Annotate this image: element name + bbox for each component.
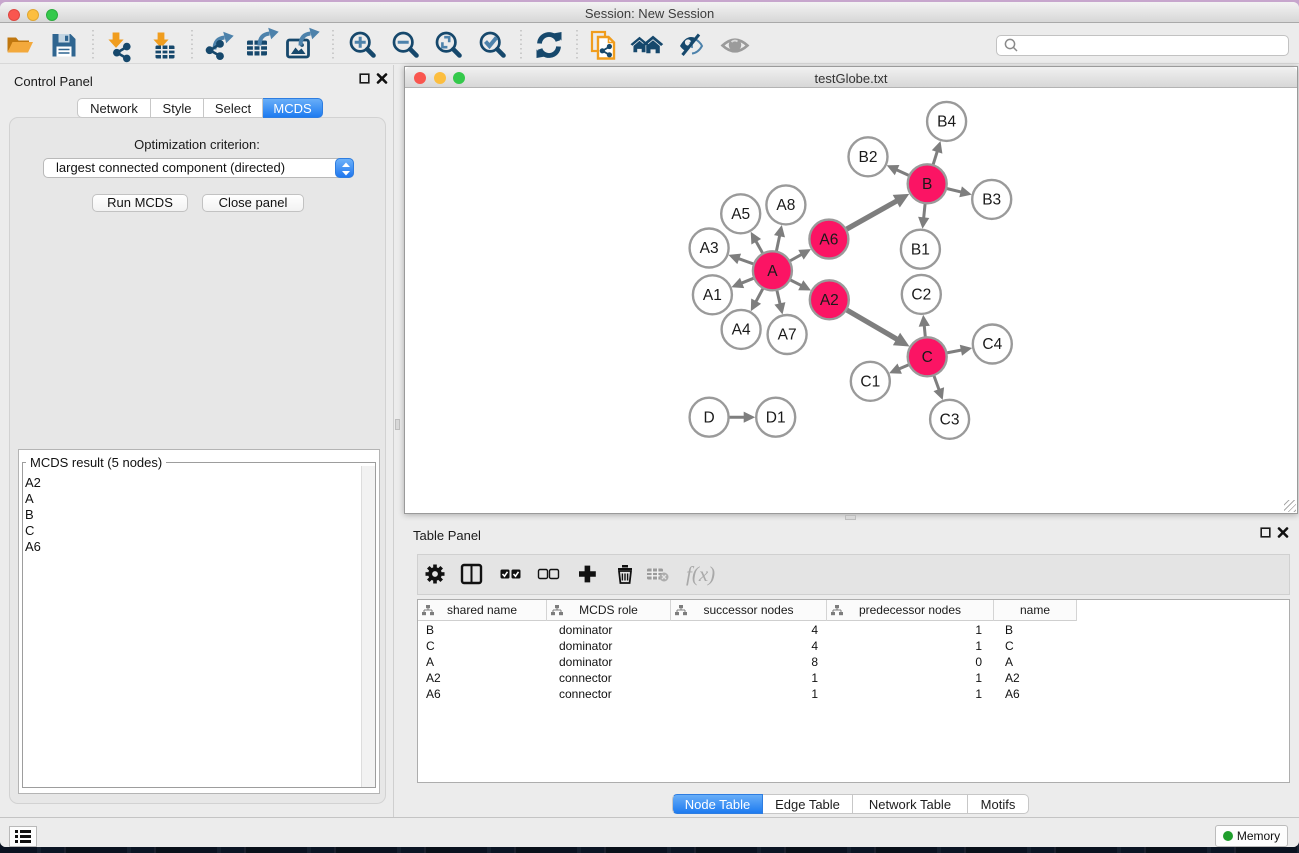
svg-text:C3: C3 (940, 412, 960, 429)
svg-text:D1: D1 (766, 409, 786, 426)
svg-text:A6: A6 (819, 231, 838, 248)
svg-text:B1: B1 (911, 241, 930, 258)
svg-text:C: C (922, 349, 933, 366)
svg-text:C4: C4 (982, 336, 1002, 353)
svg-text:A4: A4 (732, 322, 751, 339)
svg-text:B3: B3 (982, 192, 1001, 209)
svg-text:C1: C1 (860, 374, 880, 391)
svg-text:B2: B2 (859, 149, 878, 166)
svg-text:A5: A5 (731, 206, 750, 223)
svg-text:A8: A8 (776, 197, 795, 214)
svg-text:A7: A7 (778, 327, 797, 344)
svg-text:C2: C2 (911, 287, 931, 304)
svg-text:B: B (922, 176, 932, 193)
svg-text:A: A (767, 263, 778, 280)
svg-text:D: D (703, 409, 714, 426)
svg-text:B4: B4 (937, 114, 956, 131)
svg-text:A2: A2 (820, 292, 839, 309)
svg-text:f(x): f(x) (686, 562, 715, 586)
svg-text:A3: A3 (700, 240, 719, 257)
svg-text:A1: A1 (703, 287, 722, 304)
